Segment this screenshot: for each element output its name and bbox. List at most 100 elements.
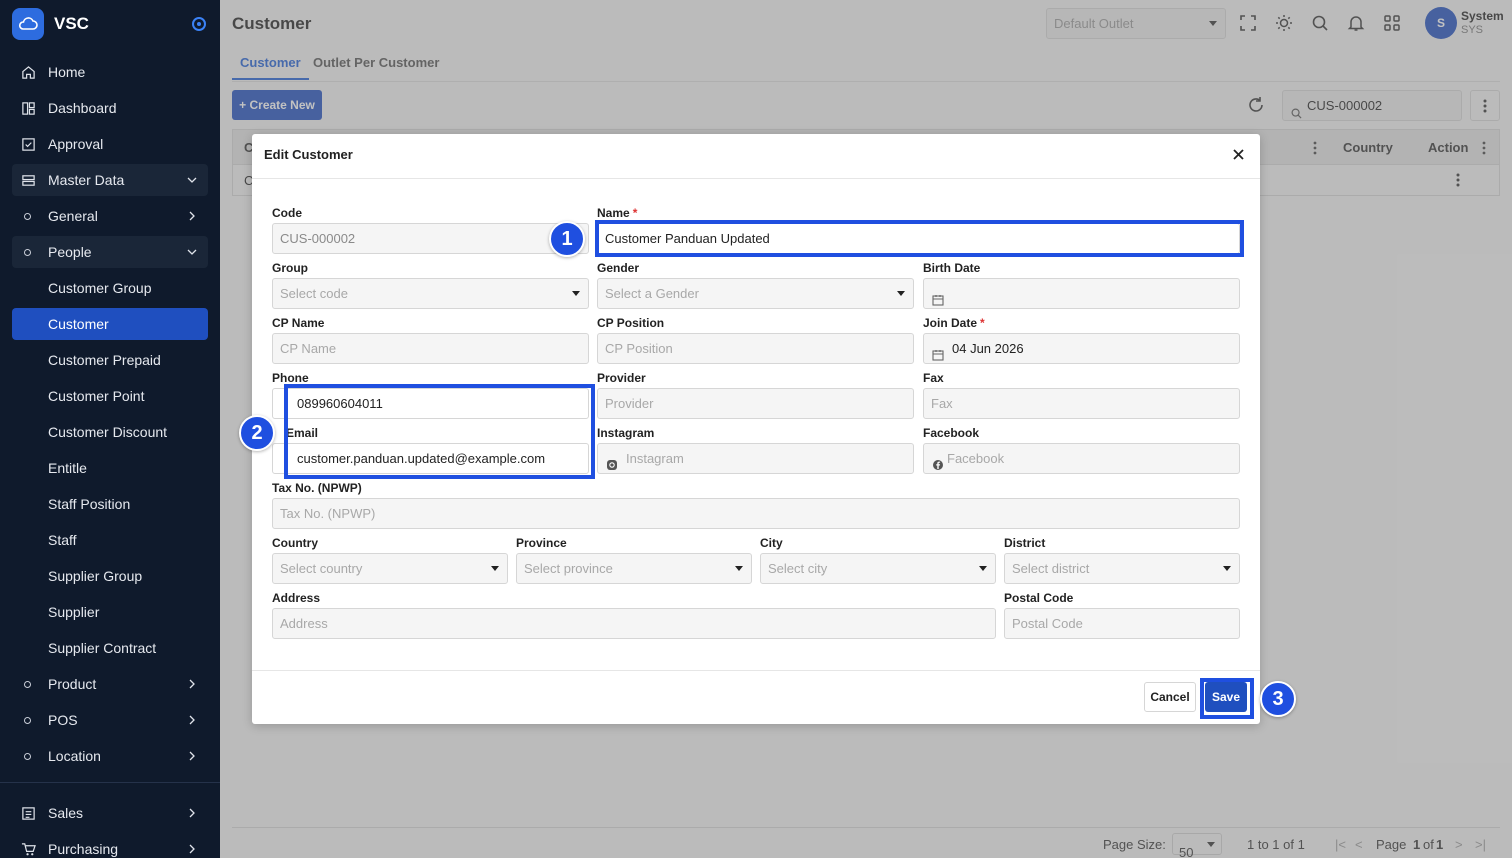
sidebar-sub-customer-point[interactable]: Customer Point [12, 380, 208, 412]
sidebar-sub-customer-prepaid[interactable]: Customer Prepaid [12, 344, 208, 376]
sidebar-divider [0, 782, 220, 783]
sidebar-item-label: Sales [48, 805, 84, 821]
fax-label: Fax [923, 371, 944, 385]
chevron-right-icon [186, 806, 198, 822]
bullet-icon [24, 752, 31, 760]
facebook-field[interactable]: Facebook [923, 443, 1240, 474]
join-date-label: Join Date * [923, 316, 985, 330]
provider-field[interactable]: Provider [597, 388, 914, 419]
sidebar-sub-supplier[interactable]: Supplier [12, 596, 208, 628]
sidebar-item-dashboard[interactable]: Dashboard [12, 92, 208, 124]
birth-date-field[interactable] [923, 278, 1240, 309]
sidebar-sub-staff-position[interactable]: Staff Position [12, 488, 208, 520]
cp-name-field[interactable]: CP Name [272, 333, 589, 364]
sidebar-item-approval[interactable]: Approval [12, 128, 208, 160]
province-select-placeholder: Select province [524, 561, 613, 576]
chevron-right-icon [186, 842, 198, 858]
tax-no-label: Tax No. (NPWP) [272, 481, 362, 495]
caret-down-icon [572, 291, 580, 296]
sidebar-item-label: Purchasing [48, 841, 119, 857]
country-label: Country [272, 536, 318, 550]
city-select-placeholder: Select city [768, 561, 828, 576]
sidebar-item-label: People [48, 244, 92, 260]
close-icon[interactable] [1232, 148, 1246, 162]
sidebar-item-home[interactable]: Home [12, 56, 208, 88]
name-label-text: Name [597, 206, 630, 220]
city-label: City [760, 536, 783, 550]
bullet-icon [24, 680, 31, 688]
join-date-field[interactable]: 04 Jun 2026 [923, 333, 1240, 364]
city-select[interactable]: Select city [760, 553, 996, 584]
tax-no-field[interactable]: Tax No. (NPWP) [272, 498, 1240, 529]
cancel-button[interactable]: Cancel [1144, 682, 1196, 712]
country-select[interactable]: Select country [272, 553, 508, 584]
calendar-icon [932, 342, 944, 363]
cp-position-field[interactable]: CP Position [597, 333, 914, 364]
address-label: Address [272, 591, 321, 605]
cp-name-label: CP Name [272, 316, 325, 330]
fax-field[interactable]: Fax [923, 388, 1240, 419]
province-label: Province [516, 536, 567, 550]
sidebar-item-label: Master Data [48, 172, 125, 188]
sidebar-sub-entitle[interactable]: Entitle [12, 452, 208, 484]
instagram-placeholder: Instagram [626, 451, 684, 466]
instagram-field[interactable]: Instagram [597, 443, 914, 474]
name-label: Name * [597, 206, 637, 220]
caret-down-icon [735, 566, 743, 571]
highlight-box-name [595, 220, 1244, 257]
group-select[interactable]: Select code [272, 278, 589, 309]
caret-down-icon [491, 566, 499, 571]
gender-select[interactable]: Select a Gender [597, 278, 914, 309]
caret-down-icon [979, 566, 987, 571]
facebook-placeholder: Facebook [947, 451, 1005, 466]
cart-icon [20, 841, 36, 857]
brand[interactable]: VSC [12, 8, 208, 40]
sidebar-item-general[interactable]: General [12, 200, 208, 232]
sidebar-item-label: Approval [48, 136, 104, 152]
sidebar-sub-staff[interactable]: Staff [12, 524, 208, 556]
sidebar-sub-customer[interactable]: Customer [12, 308, 208, 340]
cp-position-label: CP Position [597, 316, 665, 330]
phone-label: Phone [272, 371, 309, 385]
bullet-icon [24, 212, 31, 220]
province-select[interactable]: Select province [516, 553, 752, 584]
sidebar-item-purchasing[interactable]: Purchasing [12, 833, 208, 858]
sidebar-item-label: Location [48, 748, 101, 764]
district-select[interactable]: Select district [1004, 553, 1240, 584]
sidebar-sub-supplier-contract[interactable]: Supplier Contract [12, 632, 208, 664]
sidebar-item-sales[interactable]: Sales [12, 797, 208, 829]
code-label: Code [272, 206, 302, 220]
sidebar-item-label: General [48, 208, 98, 224]
caret-down-icon [897, 291, 905, 296]
bullet-icon [24, 248, 31, 256]
sidebar-item-product[interactable]: Product [12, 668, 208, 700]
postal-code-field[interactable]: Postal Code [1004, 608, 1240, 639]
database-icon [20, 172, 36, 188]
cloud-logo-icon [12, 8, 44, 40]
gender-label: Gender [597, 261, 640, 275]
modal-divider [252, 178, 1260, 179]
code-field[interactable]: CUS-000002 [272, 223, 589, 254]
facebook-label: Facebook [923, 426, 980, 440]
highlight-box-contact [284, 384, 595, 479]
group-select-placeholder: Select code [280, 286, 348, 301]
calendar-icon [932, 287, 944, 308]
sidebar-item-pos[interactable]: POS [12, 704, 208, 736]
sidebar-item-people[interactable]: People [12, 236, 208, 268]
pin-sidebar-icon[interactable] [192, 17, 206, 31]
instagram-label: Instagram [597, 426, 655, 440]
sidebar-sub-customer-group[interactable]: Customer Group [12, 272, 208, 304]
app-name: VSC [54, 14, 89, 33]
address-field[interactable]: Address [272, 608, 996, 639]
sidebar-sub-supplier-group[interactable]: Supplier Group [12, 560, 208, 592]
sidebar-item-master-data[interactable]: Master Data [12, 164, 208, 196]
join-date-label-text: Join Date [923, 316, 978, 330]
district-label: District [1004, 536, 1046, 550]
sidebar-sub-customer-discount[interactable]: Customer Discount [12, 416, 208, 448]
sidebar-item-location[interactable]: Location [12, 740, 208, 772]
join-date-value: 04 Jun 2026 [952, 341, 1024, 356]
required-mark: * [980, 316, 985, 330]
modal-footer-divider [252, 670, 1260, 671]
chevron-right-icon [186, 749, 198, 765]
sidebar-item-label: POS [48, 712, 78, 728]
